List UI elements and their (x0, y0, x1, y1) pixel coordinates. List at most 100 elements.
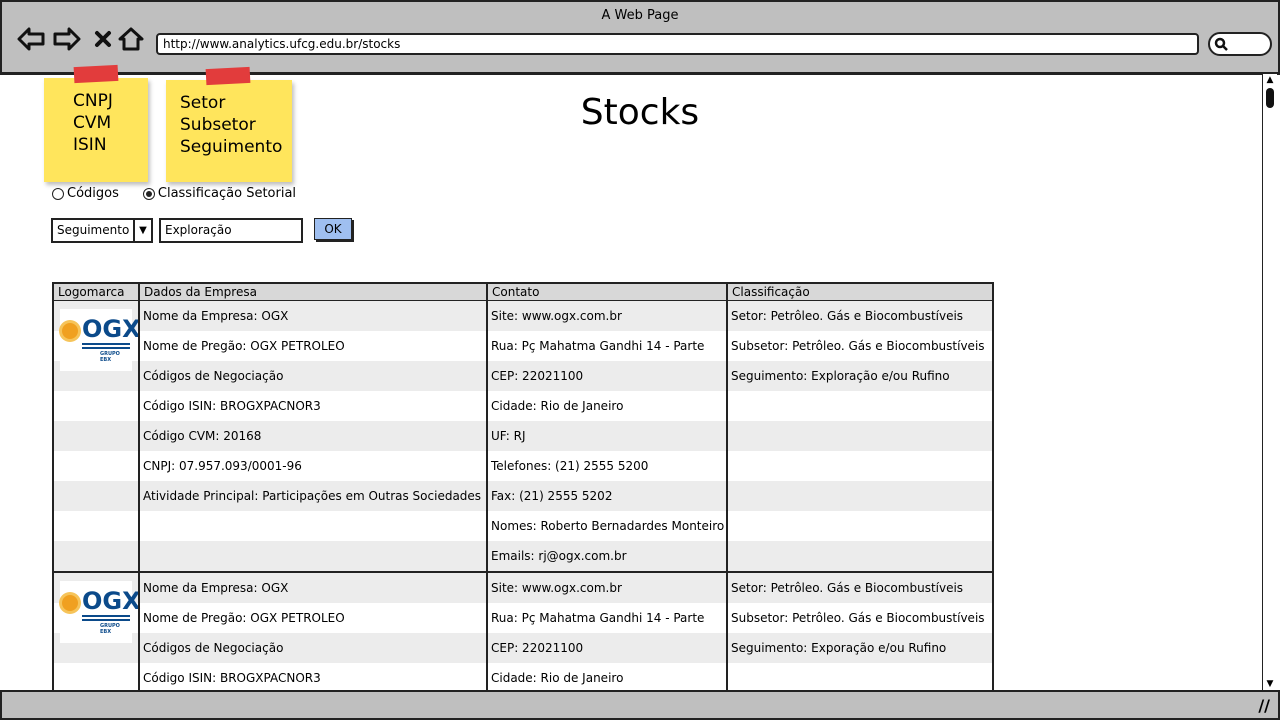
note-line: Seguimento (180, 137, 283, 157)
table-row: Códigos de Negociação CEP: 22021100 Seguim… (54, 633, 992, 663)
table-cell: UF: RJ (491, 429, 526, 443)
table-row: Atividade Principal: Participações em Ou… (54, 481, 992, 511)
note-line: CNPJ (73, 91, 113, 111)
radio-label: Classificação Setorial (157, 186, 297, 201)
select-value: Seguimento (57, 223, 130, 237)
table-cell: Atividade Principal: Participações em Ou… (143, 489, 482, 503)
stocks-table: Logomarca Dados da Empresa Contato Class… (52, 282, 994, 692)
column-divider (138, 284, 140, 692)
logo-cell (54, 541, 140, 571)
table-cell: Rua: Pç Mahatma Gandhi 14 - Parte (491, 339, 705, 353)
radio-selected-icon (142, 187, 155, 200)
search-field[interactable] (1208, 32, 1272, 56)
page-title: Stocks (580, 92, 700, 133)
table-cell: Seguimento: Exporação e/ou Rufino (731, 641, 947, 655)
table-cell: Códigos de Negociação (143, 641, 284, 655)
table-row: Nome da Empresa: OGX Site: www.ogx.com.br… (54, 573, 992, 603)
column-divider (726, 284, 728, 692)
table-cell: Subsetor: Petrôleo. Gás e Biocombustívei… (731, 611, 985, 625)
table-cell (728, 391, 992, 421)
logo-cell (54, 391, 140, 421)
table-cell: Fax: (21) 2555 5202 (491, 489, 613, 503)
home-icon[interactable] (116, 24, 146, 54)
table-row: Nome da Empresa: OGX Site: www.ogx.com.br… (54, 301, 992, 331)
filter-input[interactable]: Exploração (159, 218, 303, 243)
table-cell: Setor: Petrôleo. Gás e Biocombustíveis (731, 581, 964, 595)
filter-mode-radios: Códigos Classificação Setorial (52, 186, 296, 201)
table-row: Código ISIN: BROGXPACNOR3 Cidade: Rio de … (54, 663, 992, 692)
radio-classificacao-setorial[interactable]: Classificação Setorial (142, 186, 297, 201)
table-record: Nome da Empresa: OGX Site: www.ogx.com.br… (54, 301, 992, 573)
table-cell: CEP: 22021100 (491, 369, 584, 383)
browser-toolbar: A Web Page http://www.analytics.ufcg.edu… (0, 0, 1280, 75)
scroll-thumb[interactable] (1266, 88, 1274, 108)
back-arrow-icon[interactable] (16, 24, 46, 54)
close-icon[interactable] (88, 24, 118, 54)
table-cell: Nomes: Roberto Bernadardes Monteiro (491, 519, 725, 533)
header-dados-empresa: Dados da Empresa (144, 285, 257, 299)
radio-circle-icon (52, 187, 64, 200)
forward-arrow-icon[interactable] (52, 24, 82, 54)
logo-line (82, 619, 130, 621)
chevron-down-icon[interactable]: ▼ (133, 220, 151, 241)
logo-cell (54, 481, 140, 511)
table-row: Emails: rj@ogx.com.br (54, 541, 992, 571)
table-row: Nomes: Roberto Bernadardes Monteiro (54, 511, 992, 541)
table-header: Logomarca Dados da Empresa Contato Class… (54, 284, 992, 301)
search-icon (1214, 37, 1228, 51)
table-cell: Site: www.ogx.com.br (491, 309, 622, 323)
level-select[interactable]: Seguimento ▼ (51, 218, 153, 243)
table-cell (728, 511, 992, 541)
logo-cell (54, 451, 140, 481)
header-logomarca: Logomarca (58, 285, 125, 299)
table-row: Códigos de Negociação CEP: 22021100 Seguim… (54, 361, 992, 391)
radio-codigos[interactable]: Códigos (52, 186, 119, 201)
table-cell: Subsetor: Petrôleo. Gás e Biocombustívei… (731, 339, 985, 353)
sticky-note-codes: CNPJ CVM ISIN (44, 64, 148, 182)
note-line: Subsetor (180, 115, 256, 135)
table-record: Nome da Empresa: OGX Site: www.ogx.com.br… (54, 573, 992, 692)
scroll-up-icon[interactable]: ▲ (1264, 75, 1276, 85)
logo-text: OGX (82, 587, 141, 615)
scroll-down-icon[interactable]: ▼ (1264, 679, 1276, 689)
note-line: Setor (180, 93, 226, 113)
logo-cell (54, 663, 140, 692)
logo-subtext: GRUPO EBX (100, 623, 120, 635)
logo-line (82, 343, 130, 345)
address-bar[interactable]: http://www.analytics.ufcg.edu.br/stocks (156, 33, 1199, 55)
table-row: Código ISIN: BROGXPACNOR3 Cidade: Rio de … (54, 391, 992, 421)
table-cell (728, 663, 992, 692)
table-cell: Código ISIN: BROGXPACNOR3 (143, 399, 321, 413)
table-cell (140, 511, 488, 541)
table-cell: Código CVM: 20168 (143, 429, 262, 443)
ok-button[interactable]: OK (314, 218, 352, 240)
table-row: CNPJ: 07.957.093/0001-96 Telefones: (21) … (54, 451, 992, 481)
logo-cell (54, 421, 140, 451)
table-cell: Cidade: Rio de Janeiro (491, 399, 624, 413)
table-cell: Códigos de Negociação (143, 369, 284, 383)
logo-subtext: GRUPO EBX (100, 351, 120, 363)
logo-cell (54, 511, 140, 541)
table-cell (140, 541, 488, 571)
radio-label: Códigos (67, 186, 119, 201)
sticky-note-classification: Setor Subsetor Seguimento (166, 66, 292, 182)
resize-handle-icon[interactable]: // (1258, 696, 1270, 715)
logo-text: OGX (82, 315, 141, 343)
table-cell (728, 541, 992, 571)
table-cell (728, 421, 992, 451)
logo-line (82, 347, 130, 349)
vertical-scrollbar[interactable]: ▲ ▼ (1262, 74, 1277, 690)
note-line: ISIN (73, 135, 107, 155)
table-cell: Telefones: (21) 2555 5200 (491, 459, 649, 473)
logo-line (82, 615, 130, 617)
tape-icon (73, 64, 119, 84)
column-divider (486, 284, 488, 692)
tape-icon (205, 66, 251, 86)
header-contato: Contato (492, 285, 540, 299)
note-line: CVM (73, 113, 112, 133)
table-row: Nome de Pregão: OGX PETROLEO Rua: Pç Maha… (54, 331, 992, 361)
table-row: Código CVM: 20168 UF: RJ (54, 421, 992, 451)
table-cell: Rua: Pç Mahatma Gandhi 14 - Parte (491, 611, 705, 625)
table-cell: Código ISIN: BROGXPACNOR3 (143, 671, 321, 685)
table-cell: Nome de Pregão: OGX PETROLEO (143, 339, 345, 353)
